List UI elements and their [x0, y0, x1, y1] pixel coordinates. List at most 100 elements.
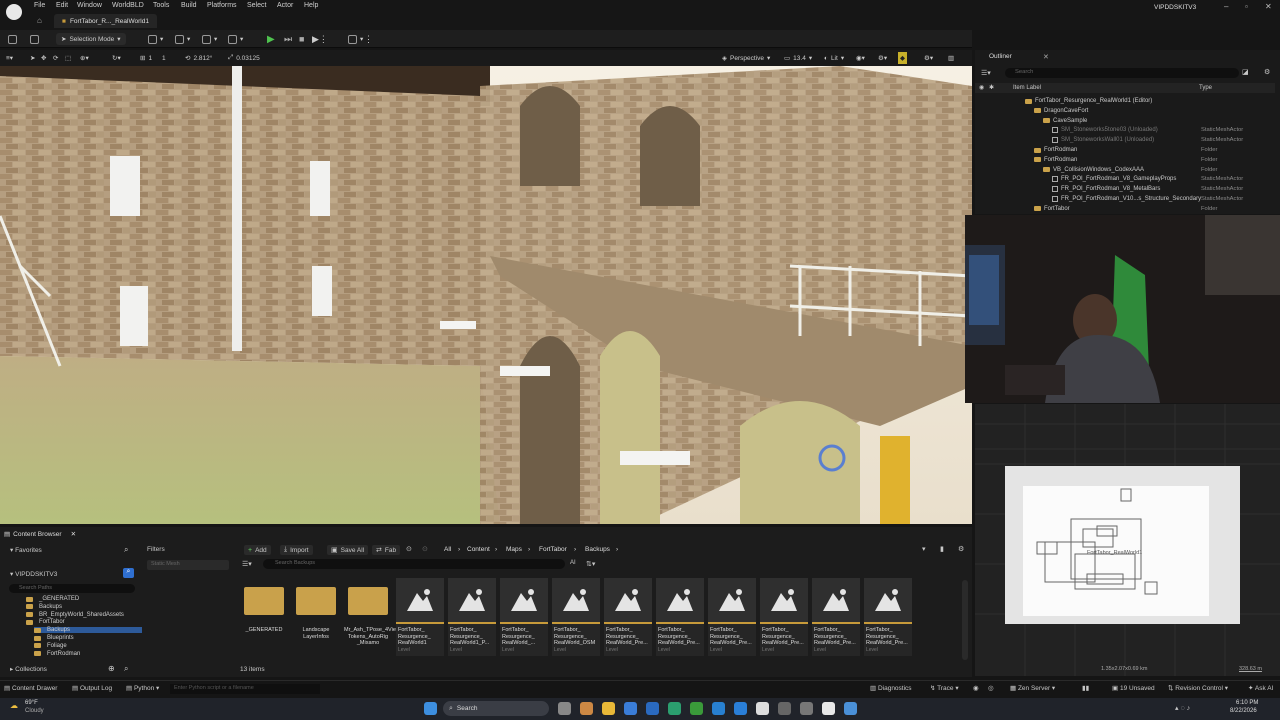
viewport-settings-icon[interactable]: ⚙▾	[924, 52, 933, 64]
grid-size[interactable]: 1	[162, 52, 166, 64]
outliner-row[interactable]: FR_POI_FortRodman_V8_GameplayProps Static…	[975, 174, 1275, 184]
output-log-button[interactable]: ▤ Output Log	[72, 684, 112, 692]
breadcrumb-forttabor[interactable]: FortTabor	[539, 546, 567, 553]
outliner-row[interactable]: FR_POI_FortRodman_V10...s_Structure_Seco…	[975, 194, 1275, 204]
clock-time[interactable]: 6:10 PM	[1236, 700, 1258, 706]
level-asset-tile[interactable]: FortTabor_ Resurgence_ RealWorld_Pre... L…	[604, 578, 652, 656]
folder-tree-item[interactable]: BR_EmptyWorld_SharedAssets	[26, 612, 124, 618]
level-asset-tile[interactable]: FortTabor_ Resurgence_ RealWorld_... Leve…	[500, 578, 548, 656]
viewport-menu-icon[interactable]: ≡▾	[6, 52, 13, 64]
settings-icon[interactable]: ⚙	[958, 545, 964, 553]
breadcrumb-all[interactable]: All	[444, 546, 451, 553]
content-browser-tab[interactable]: ▤ Content Browser ✕	[4, 530, 76, 539]
menu-platforms[interactable]: Platforms	[207, 2, 237, 9]
home-icon[interactable]: ⌂	[37, 16, 42, 25]
surface-snap-icon[interactable]: ↻▾	[112, 52, 121, 64]
add-button[interactable]: + Add	[244, 545, 271, 555]
outliner-row[interactable]: FortRodman Folder	[975, 155, 1275, 165]
settings-icon[interactable]	[756, 702, 769, 715]
grid-snap[interactable]: ⊞ 1	[140, 52, 152, 64]
mail-icon[interactable]	[712, 702, 725, 715]
network-icon[interactable]: ▴ ◌ ♪	[1175, 704, 1190, 712]
edge-icon[interactable]	[668, 702, 681, 715]
windows-start-icon[interactable]	[424, 702, 437, 715]
scale-tool-icon[interactable]: ⬚	[65, 52, 71, 64]
pause-icon[interactable]: ◎	[988, 684, 994, 692]
weather-icon[interactable]: ☁	[10, 701, 18, 710]
folder-tree-item[interactable]: Foliage	[34, 643, 67, 649]
revision-control-button[interactable]: ⇅ Revision Control ▾	[1168, 684, 1228, 692]
history-icon[interactable]: ⊙	[406, 545, 412, 553]
outliner-row[interactable]: FortTabor Folder	[975, 204, 1275, 214]
menu-build[interactable]: Build	[181, 2, 197, 9]
copilot-icon[interactable]	[580, 702, 593, 715]
android-icon[interactable]	[690, 702, 703, 715]
play-options-icon[interactable]: ▶⋮	[312, 33, 328, 45]
console-input[interactable]: Enter Python script or a filename	[170, 684, 320, 694]
step-icon[interactable]: ⏭	[284, 33, 292, 45]
minimize-button[interactable]: –	[1224, 2, 1228, 11]
zen-server-button[interactable]: ▦ Zen Server ▾	[1010, 684, 1055, 692]
rotation-snap[interactable]: ⟲ 2.812°	[185, 52, 212, 64]
folder-tree-item[interactable]: Backups	[34, 627, 142, 634]
close-icon[interactable]: ✕	[71, 530, 76, 538]
add-collection-icon[interactable]: ⊕	[108, 664, 115, 673]
maximize-button[interactable]: ▫	[1245, 2, 1248, 11]
outliner-tab[interactable]: Outliner	[989, 53, 1012, 60]
column-type[interactable]: Type	[1199, 85, 1212, 91]
ask-ai-button[interactable]: ✦ Ask AI	[1248, 684, 1273, 692]
notes-icon[interactable]	[844, 702, 857, 715]
level-asset-tile[interactable]: FortTabor_ Resurgence_ RealWorld1 Level	[396, 578, 444, 656]
level-asset-tile[interactable]: FortTabor_ Resurgence_ RealWorld_OSM Leve…	[552, 578, 600, 656]
browse-icon[interactable]	[30, 33, 39, 45]
modes-icon[interactable]: ▾	[228, 33, 243, 45]
app-icon[interactable]	[624, 702, 637, 715]
breadcrumb-maps[interactable]: Maps	[506, 546, 522, 553]
outliner-row[interactable]: FortTabor_Resurgence_RealWorld1 (Editor)	[975, 96, 1275, 106]
realtime-icon[interactable]: ⚙▾	[878, 52, 887, 64]
level-tab[interactable]: ■ FortTabor_R..._RealWorld1	[54, 14, 157, 28]
save-all-button[interactable]: ▣ Save All	[327, 545, 369, 555]
unsaved-button[interactable]: ▣ 19 Unsaved	[1112, 684, 1155, 692]
asset-search-input[interactable]: Search Backups	[263, 559, 565, 569]
ai-search-icon[interactable]: AI	[570, 560, 576, 566]
filter-icon[interactable]: ☰▾	[981, 69, 991, 77]
outliner-row[interactable]: VB_CollisionWindows_CodexAAA Folder	[975, 165, 1275, 175]
folder-tile[interactable]: Mr_Ash_TPose_4View_2K_Skin Tokens_AutoRi…	[344, 578, 423, 656]
play-icon[interactable]: ▶	[267, 33, 275, 45]
settings-icon[interactable]: ⋮	[364, 33, 373, 45]
menu-window[interactable]: Window	[77, 2, 102, 9]
menu-select[interactable]: Select	[247, 2, 266, 9]
cmd-dropdown[interactable]: ▤ Python ▾	[126, 684, 159, 692]
add-actor-icon[interactable]: ▾	[148, 33, 163, 45]
menu-help[interactable]: Help	[304, 2, 318, 9]
asset-grid-scrollbar[interactable]	[962, 580, 968, 660]
search-icon[interactable]: ⌕	[124, 664, 128, 674]
import-button[interactable]: ⤓ Import	[280, 545, 313, 555]
outliner-row[interactable]: FortRodman Folder	[975, 145, 1275, 155]
folder-tree-item[interactable]: Blueprints	[34, 635, 74, 641]
level-asset-tile[interactable]: FortTabor_ Resurgence_ RealWorld_Pre... L…	[708, 578, 756, 656]
collections-section[interactable]: ▸ Collections	[10, 665, 47, 673]
menu-file[interactable]: File	[34, 2, 45, 9]
level-asset-tile[interactable]: FortTabor_ Resurgence_ RealWorld_Pre... L…	[760, 578, 808, 656]
breadcrumb-content[interactable]: Content	[467, 546, 490, 553]
unreal-logo-icon[interactable]	[6, 4, 22, 20]
camera-speed[interactable]: ▭ 13.4 ▾	[784, 52, 812, 64]
folder-tree-item[interactable]: FortRodman	[34, 651, 80, 657]
select-tool-icon[interactable]: ➤	[30, 52, 35, 64]
obs-icon[interactable]	[800, 702, 813, 715]
column-item-label[interactable]: Item Label	[1013, 85, 1041, 91]
lit-dropdown[interactable]: ◐ Lit ▾	[824, 52, 844, 64]
highlight-toggle-icon[interactable]: ◆	[898, 52, 907, 64]
move-tool-icon[interactable]: ✥	[41, 52, 46, 64]
outliner-search-input[interactable]: Search	[1005, 68, 1239, 78]
outliner-row[interactable]: FR_POI_FortRodman_V8_MetalBars StaticMesh…	[975, 184, 1275, 194]
outliner-row[interactable]: SM_StoneworksWall01 (Unloaded) StaticMesh…	[975, 135, 1275, 145]
show-dropdown-icon[interactable]: ◉▾	[856, 52, 865, 64]
level-asset-tile[interactable]: FortTabor_ Resurgence_ RealWorld_Pre... L…	[656, 578, 704, 656]
folder-tree-item[interactable]: FortTabor	[26, 619, 65, 625]
source-icon[interactable]: ▮▮	[1082, 684, 1089, 692]
outliner-row[interactable]: DragonCaveFort	[975, 106, 1275, 116]
scale-snap[interactable]: ⤢ 0.03125	[228, 52, 260, 64]
